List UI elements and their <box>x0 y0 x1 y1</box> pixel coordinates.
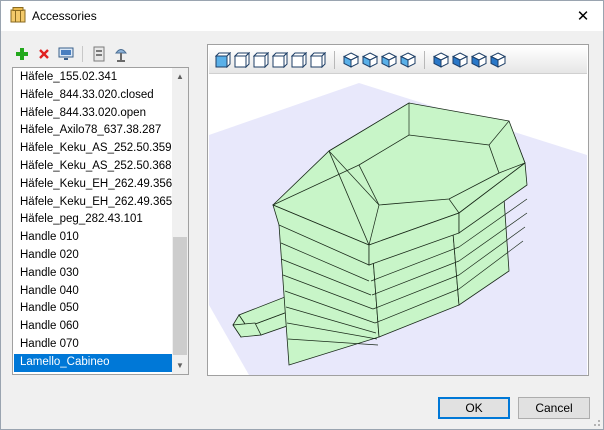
lamp-icon <box>115 49 127 62</box>
cabinet-icon <box>10 7 26 23</box>
list-item[interactable]: Häfele_844.33.020.open <box>14 105 173 123</box>
view-top-icon[interactable] <box>291 51 307 68</box>
chevron-up-icon: ▲ <box>176 72 184 81</box>
scroll-down-button[interactable]: ▼ <box>172 357 188 374</box>
title-bar: Accessories ✕ <box>1 1 603 31</box>
iso-5-icon[interactable] <box>433 51 449 68</box>
accessories-dialog: Accessories ✕ Häfele_155.02.341 Häfele_8… <box>0 0 604 430</box>
list-item[interactable]: Handle 020 <box>14 247 173 265</box>
accessories-list-items: Häfele_155.02.341 Häfele_844.33.020.close… <box>14 69 173 375</box>
close-icon: ✕ <box>576 8 590 25</box>
accessories-toolbar <box>13 45 130 63</box>
add-icon <box>16 48 28 60</box>
list-item[interactable]: Häfele_Keku_AS_252.50.368 <box>14 158 173 176</box>
view-toolbar-separator <box>424 50 425 69</box>
list-scrollbar[interactable]: ▲ ▼ <box>172 68 188 374</box>
list-item[interactable]: Handle 070 <box>14 336 173 354</box>
3d-viewport[interactable] <box>209 75 587 375</box>
list-item[interactable]: Häfele_Keku_AS_252.50.359 <box>14 140 173 158</box>
delete-button[interactable] <box>35 45 53 63</box>
iso-8-icon[interactable] <box>490 51 506 68</box>
view-toolbar-separator <box>334 50 335 69</box>
list-item[interactable]: Häfele_155.02.341 <box>14 69 173 87</box>
cancel-button[interactable]: Cancel <box>518 397 590 419</box>
accessories-list[interactable]: Häfele_155.02.341 Häfele_844.33.020.close… <box>12 67 189 375</box>
view-toolbar <box>209 46 587 74</box>
iso-4-icon[interactable] <box>400 51 416 68</box>
close-button[interactable]: ✕ <box>569 4 597 28</box>
view-bottom-icon[interactable] <box>310 51 326 68</box>
resize-grip-icon[interactable] <box>591 417 601 427</box>
toolbar-separator <box>82 46 83 62</box>
list-item[interactable]: Häfele_844.33.020.closed <box>14 87 173 105</box>
list-item[interactable]: VCS <box>14 372 173 375</box>
add-button[interactable] <box>13 45 31 63</box>
window-title: Accessories <box>32 9 97 23</box>
iso-6-icon[interactable] <box>452 51 468 68</box>
settings-icon <box>93 46 105 62</box>
list-item[interactable]: Häfele_Keku_EH_262.49.365 <box>14 194 173 212</box>
list-item[interactable]: Häfele_Axilo78_637.38.287 <box>14 122 173 140</box>
view-front-icon[interactable] <box>215 51 231 68</box>
list-item[interactable]: Lamello_Cabineo <box>14 353 173 372</box>
list-item[interactable]: Häfele_peg_282.43.101 <box>14 211 173 229</box>
scroll-thumb[interactable] <box>173 237 187 355</box>
list-item[interactable]: Handle 010 <box>14 229 173 247</box>
list-item[interactable]: Häfele_Keku_EH_262.49.356 <box>14 176 173 194</box>
view-left-icon[interactable] <box>253 51 269 68</box>
iso-1-icon[interactable] <box>343 51 359 68</box>
model-viewer <box>207 44 589 376</box>
list-item[interactable]: Handle 030 <box>14 265 173 283</box>
ok-button[interactable]: OK <box>438 397 510 419</box>
view-back-icon[interactable] <box>234 51 250 68</box>
chevron-down-icon: ▼ <box>176 361 184 370</box>
screen-icon <box>58 47 74 60</box>
iso-3-icon[interactable] <box>381 51 397 68</box>
scroll-up-button[interactable]: ▲ <box>172 68 188 85</box>
view-right-icon[interactable] <box>272 51 288 68</box>
cabineo-3d-model <box>209 83 587 375</box>
list-item[interactable]: Handle 050 <box>14 300 173 318</box>
iso-2-icon[interactable] <box>362 51 378 68</box>
list-item[interactable]: Handle 060 <box>14 318 173 336</box>
iso-7-icon[interactable] <box>471 51 487 68</box>
settings-button[interactable] <box>90 45 108 63</box>
lamp-button[interactable] <box>112 45 130 63</box>
delete-icon <box>39 49 49 59</box>
list-item[interactable]: Handle 040 <box>14 283 173 301</box>
screen-button[interactable] <box>57 45 75 63</box>
